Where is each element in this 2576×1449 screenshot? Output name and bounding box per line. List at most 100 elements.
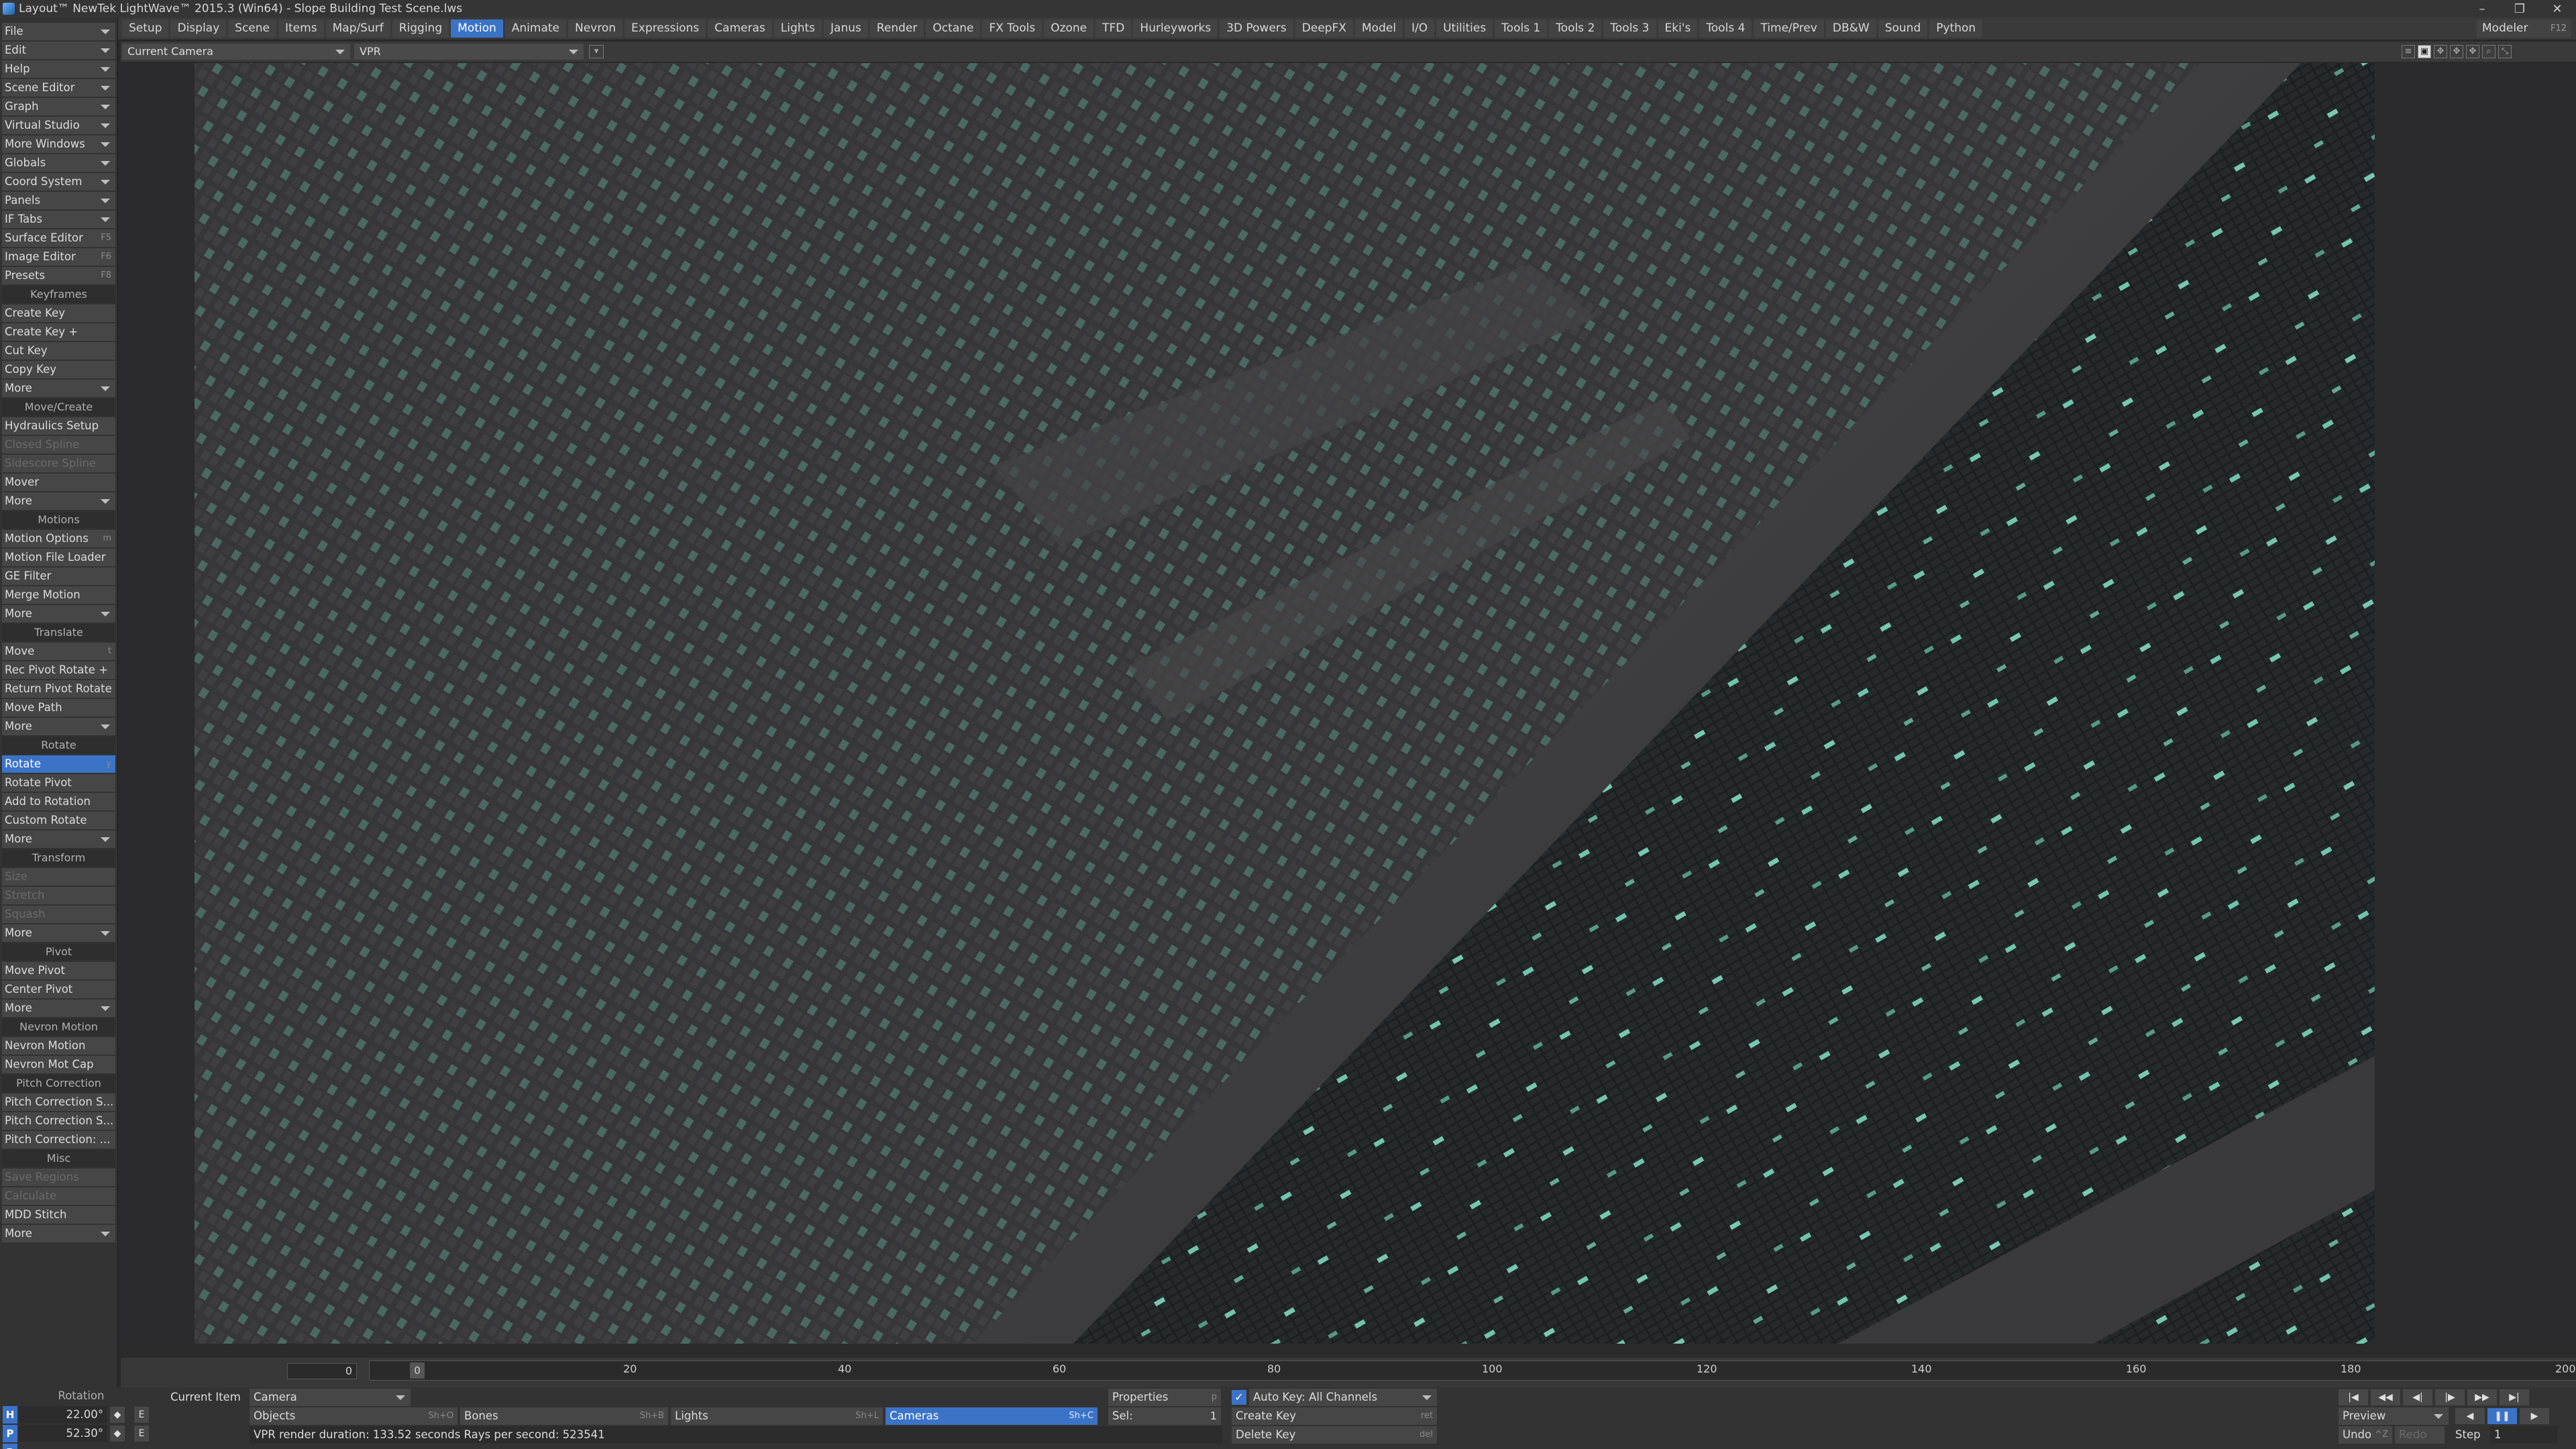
viewport-zoom-icon[interactable]: ⌕ [2482,45,2496,58]
rotate-rotate-pivot[interactable]: Rotate Pivot [2,774,115,792]
pitch-correction-pitch-correction-s[interactable]: Pitch Correction S... [2,1112,115,1130]
motions-merge-motion[interactable]: Merge Motion [2,586,115,604]
rotate-add-to-rotation[interactable]: Add to Rotation [2,793,115,810]
tab-tfd[interactable]: TFD [1095,19,1132,38]
menu-coord-system[interactable]: Coord System [2,173,115,191]
preview-select[interactable]: Preview [2339,1407,2449,1425]
rotate-more[interactable]: More [2,830,115,848]
tab-nevron[interactable]: Nevron [568,19,623,38]
redo-button[interactable]: Redo [2395,1426,2445,1444]
tab-sound[interactable]: Sound [1878,19,1928,38]
viewport-rotate-icon[interactable]: ✥ [2450,45,2463,58]
transform-stretch[interactable]: Stretch [2,887,115,904]
frame-slider-knob[interactable]: 0 [410,1362,425,1379]
play-reverse-button[interactable]: ◀ [2455,1408,2485,1424]
pivot-center-pivot[interactable]: Center Pivot [2,981,115,998]
tab-deepfx[interactable]: DeepFX [1295,19,1354,38]
move-create-mover[interactable]: Mover [2,474,115,491]
tab-scene[interactable]: Scene [228,19,276,38]
tab-animate[interactable]: Animate [504,19,566,38]
tab-fx-tools[interactable]: FX Tools [982,19,1042,38]
translate-rec-pivot-rotate[interactable]: Rec Pivot Rotate + [2,661,115,679]
current-item-select[interactable]: Camera [250,1389,411,1406]
misc-mdd-stitch[interactable]: MDD Stitch [2,1206,115,1224]
move-create-closed-spline[interactable]: Closed Spline [2,436,115,453]
tab-python[interactable]: Python [1929,19,1983,38]
first-frame-button[interactable]: |◀ [2339,1389,2368,1405]
keyframes-more[interactable]: More [2,380,115,397]
camera-select[interactable]: Current Camera [122,44,350,60]
transform-size[interactable]: Size [2,868,115,885]
auto-key-checkbox[interactable]: ✓ [1232,1390,1246,1405]
tab-utilities[interactable]: Utilities [1436,19,1493,38]
viewport-fit-icon[interactable]: ⤡ [2498,45,2512,58]
tab-tools-1[interactable]: Tools 1 [1495,19,1548,38]
properties-button[interactable]: Properties p [1108,1389,1221,1406]
next-frame-button[interactable]: |▶ [2435,1389,2465,1405]
menu-virtual-studio[interactable]: Virtual Studio [2,117,115,134]
next-key-button[interactable]: ▶▶ [2467,1389,2497,1405]
tab-lights[interactable]: Lights [773,19,822,38]
translate-move-path[interactable]: Move Path [2,699,115,716]
menu-help[interactable]: Help [2,60,115,78]
motions-ge-filter[interactable]: GE Filter [2,568,115,585]
tab-3d-powers[interactable]: 3D Powers [1220,19,1293,38]
viewport-pan-icon[interactable]: ✥ [2466,45,2479,58]
transform-more[interactable]: More [2,924,115,942]
motions-more[interactable]: More [2,605,115,623]
pitch-envelope-icon[interactable]: ◆ [110,1426,125,1442]
tab-tools-2[interactable]: Tools 2 [1549,19,1602,38]
tab-map-surf[interactable]: Map/Surf [325,19,390,38]
undo-button[interactable]: Undo ^Z [2339,1426,2392,1444]
misc-calculate[interactable]: Calculate [2,1187,115,1205]
move-create-hydraulics-setup[interactable]: Hydraulics Setup [2,417,115,435]
viewport-move-icon[interactable]: ✥ [2434,45,2447,58]
transform-squash[interactable]: Squash [2,906,115,923]
previous-frame-button[interactable]: ◀| [2403,1389,2432,1405]
nevron-motion-nevron-motion[interactable]: Nevron Motion [2,1037,115,1055]
tab-setup[interactable]: Setup [122,19,169,38]
tab-items[interactable]: Items [278,19,324,38]
menu-scene-editor[interactable]: Scene Editor [2,79,115,97]
translate-move[interactable]: Move t [2,643,115,660]
translate-return-pivot-rotate[interactable]: Return Pivot Rotate [2,680,115,698]
pitch-correction-pitch-correction-s[interactable]: Pitch Correction S... [2,1093,115,1111]
tab-octane[interactable]: Octane [926,19,981,38]
misc-more[interactable]: More [2,1225,115,1242]
last-frame-button[interactable]: ▶| [2500,1389,2529,1405]
menu-more-windows[interactable]: More Windows [2,136,115,153]
minimize-button[interactable]: – [2463,2,2501,16]
heading-envelope-icon[interactable]: ◆ [110,1407,125,1423]
delete-key-button[interactable]: Delete Key del [1232,1426,1437,1444]
tab-motion[interactable]: Motion [451,19,503,38]
pivot-more[interactable]: More [2,1000,115,1017]
pause-button[interactable]: ❚❚ [2487,1408,2517,1424]
tab-tools-3[interactable]: Tools 3 [1603,19,1656,38]
menu-globals[interactable]: Globals [2,154,115,172]
tab-eki-s[interactable]: Eki's [1658,19,1698,38]
move-create-sidescore-spline[interactable]: Sidescore Spline [2,455,115,472]
tab-model[interactable]: Model [1355,19,1403,38]
category-bones[interactable]: Bones Sh+B [460,1407,668,1425]
heading-field[interactable]: 22.00° [19,1406,107,1424]
menu-file[interactable]: File [2,23,115,40]
misc-save-regions[interactable]: Save Regions [2,1169,115,1186]
previous-key-button[interactable]: ◀◀ [2371,1389,2400,1405]
tab-rigging[interactable]: Rigging [392,19,449,38]
tab-hurleyworks[interactable]: Hurleyworks [1133,19,1218,38]
motions-motion-options[interactable]: Motion Options m [2,530,115,547]
keyframes-copy-key[interactable]: Copy Key [2,361,115,378]
restore-button[interactable]: ❐ [2501,2,2538,16]
keyframes-create-key[interactable]: Create Key [2,305,115,322]
menu-edit[interactable]: Edit [2,42,115,59]
menu-if-tabs[interactable]: IF Tabs [2,211,115,228]
tab-expressions[interactable]: Expressions [625,19,706,38]
tab-i-o[interactable]: I/O [1405,19,1435,38]
close-button[interactable]: ✕ [2538,2,2576,16]
menu-graph[interactable]: Graph [2,98,115,115]
modeler-button[interactable]: Modeler F12 [2477,19,2571,38]
translate-more[interactable]: More [2,718,115,735]
menu-surface-editor[interactable]: Surface Editor F5 [2,229,115,247]
tab-janus[interactable]: Janus [824,19,868,38]
render-viewport[interactable] [121,63,2576,1344]
